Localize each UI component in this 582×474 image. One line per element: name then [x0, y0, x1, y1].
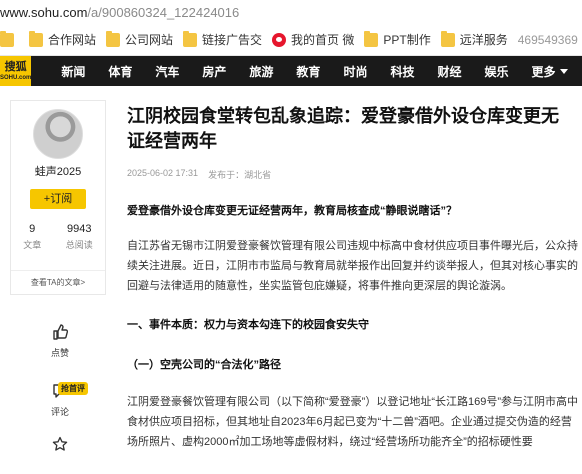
folder-icon [106, 30, 121, 47]
star-icon [50, 434, 70, 454]
article-title: 江阴校园食堂转包乱象追踪：爱登豪借外设仓库变更无证经营两年 [127, 106, 559, 151]
address-host: www.sohu.com [0, 4, 88, 20]
nav-item-finance[interactable]: 财经 [437, 63, 461, 80]
bookmarks-bar: 合作网站 公司网站 链接广告交 我的首页 微 PPT制作 远洋服务 469549… [0, 24, 582, 56]
bookmark-item[interactable]: 合作网站 [29, 30, 96, 48]
folder-icon [29, 30, 43, 47]
bookmark-item[interactable]: 链接广告交 [183, 30, 262, 48]
author-card: 蛙声2025 +订阅 9 文章 9943 总阅读 查看TA的文章> [10, 100, 106, 295]
nav-item-house[interactable]: 房产 [202, 63, 226, 80]
nav-item-sports[interactable]: 体育 [108, 63, 132, 80]
views-stat: 9943 总阅读 [65, 223, 93, 250]
folder-icon [0, 30, 14, 47]
article-source: 发布于：湖北省 [208, 170, 272, 180]
hot-comment-badge: 抢首评 [58, 382, 88, 395]
subsection-heading: （一）空壳公司的“合法化”路径 [127, 359, 281, 371]
nav-item-travel[interactable]: 旅游 [249, 63, 273, 80]
address-bar[interactable]: www.sohu.com/a/900860324_122424016 [0, 0, 582, 24]
sohu-logo[interactable]: 搜狐 SOHU.com [0, 56, 32, 86]
avatar[interactable] [33, 109, 83, 159]
bookmark-item[interactable]: 远洋服务 [440, 30, 508, 48]
follow-button[interactable]: +订阅 [30, 189, 86, 209]
article-date: 2025-06-02 17:31 [127, 168, 199, 178]
folder-icon [364, 30, 379, 47]
chevron-down-icon [559, 68, 568, 74]
top-nav: 搜狐 SOHU.com 新闻 体育 汽车 房产 旅游 教育 时尚 科技 财经 娱… [0, 56, 582, 86]
article-lead: 爱登豪借外设仓库变更无证经营两年，教育局核查成“静眼说瞎话”？ [127, 205, 457, 217]
like-button[interactable]: 点赞 [40, 322, 80, 359]
folder-icon [183, 30, 198, 47]
article: 江阴校园食堂转包乱象追踪：爱登豪借外设仓库变更无证经营两年 2025-06-02… [127, 104, 582, 452]
nav-item-fashion[interactable]: 时尚 [343, 63, 367, 80]
article-meta: 2025-06-02 17:31 发布于：湖北省 [127, 168, 582, 181]
nav-more-button[interactable]: 更多 [532, 63, 568, 80]
thumbs-up-icon [50, 322, 70, 342]
bookmark-overflow-text: 469549369 [517, 32, 578, 47]
author-name[interactable]: 蛙声2025 [11, 163, 105, 179]
nav-items: 新闻 体育 汽车 房产 旅游 教育 时尚 科技 财经 娱乐 更多 [61, 63, 582, 80]
nav-item-news[interactable]: 新闻 [61, 63, 85, 80]
all-articles-link[interactable]: 查看TA的文章> [11, 270, 105, 288]
weibo-icon [272, 32, 287, 47]
bookmark-item[interactable]: 公司网站 [106, 30, 173, 48]
author-stats: 9 文章 9943 总阅读 [11, 223, 105, 251]
nav-item-ent[interactable]: 娱乐 [484, 63, 508, 80]
bookmark-item[interactable] [0, 30, 19, 47]
action-column: 点赞 评论 [40, 322, 80, 470]
articles-stat: 9 文章 [23, 223, 42, 250]
address-path: /a/900860324_122424016 [87, 4, 240, 20]
bookmark-item[interactable]: 我的首页 微 [272, 31, 354, 48]
article-paragraph: 自江苏省无锡市江阴爱登豪餐饮管理有限公司违规中标高中食材供应项目事件曝光后，公众… [127, 240, 578, 292]
bookmark-item[interactable]: PPT制作 [364, 30, 431, 48]
section-heading: 一、事件本质：权力与资本勾连下的校园食安失守 [127, 319, 369, 331]
nav-item-tech[interactable]: 科技 [390, 63, 414, 80]
favorite-button[interactable] [40, 434, 80, 454]
folder-icon [440, 30, 455, 47]
nav-item-auto[interactable]: 汽车 [155, 63, 179, 80]
article-paragraph: 江阴爱登豪餐饮管理有限公司（以下简称“爱登豪”）以登记地址“长江路169号”参与… [127, 396, 579, 448]
nav-item-education[interactable]: 教育 [296, 63, 320, 80]
